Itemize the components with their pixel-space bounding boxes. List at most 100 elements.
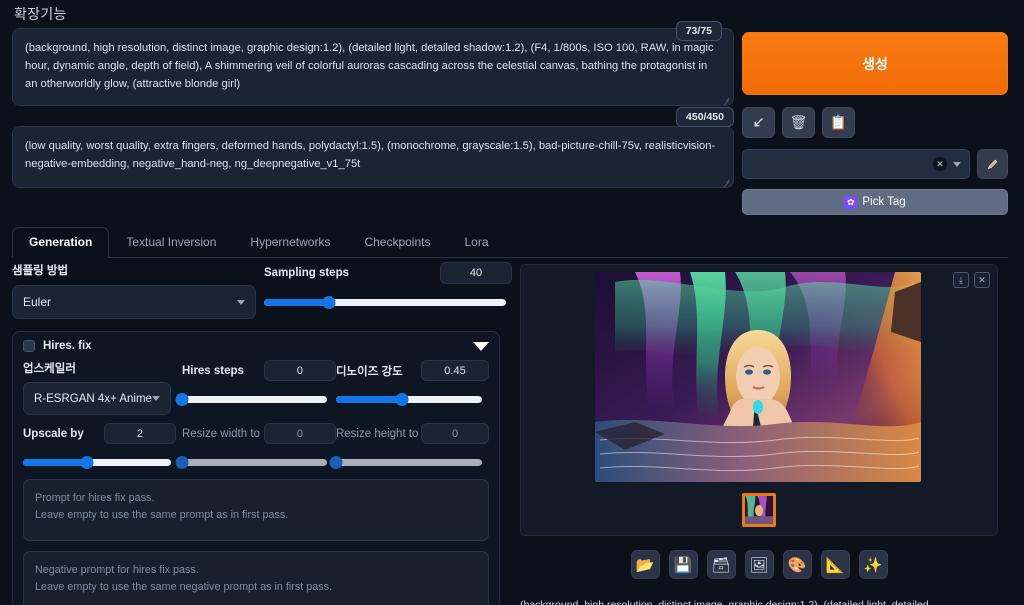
tab-textual-inversion[interactable]: Textual Inversion [109, 227, 233, 257]
chevron-down-icon[interactable] [953, 161, 961, 167]
palette-icon: 🎨 [787, 556, 807, 574]
resize-width-slider[interactable] [175, 455, 327, 469]
prompt-section: 73/75 (background, high resolution, dist… [12, 21, 734, 188]
image-preview-panel: ⤓ ✕ [520, 264, 998, 536]
pick-tag-button[interactable]: ✿ Pick Tag [742, 189, 1008, 215]
trash-icon: 🗑 [789, 114, 808, 130]
resize-width-label: Resize width to [181, 427, 260, 440]
preview-caption: (background, high resolution, distinct i… [520, 599, 929, 605]
thumbnail-item[interactable] [742, 493, 776, 527]
app-root: 확장기능 73/75 (background, high resolution,… [0, 0, 1024, 605]
hires-prompt-input[interactable]: Prompt for hires fix pass. Leave empty t… [23, 479, 489, 541]
send-to-img2img-button[interactable]: 🖼 [744, 550, 774, 579]
pencil-icon [987, 159, 998, 169]
slider-knob[interactable] [395, 392, 409, 406]
slider-track [181, 395, 327, 403]
zip-button[interactable]: 🗃 [706, 550, 736, 579]
negative-token-counter: 450/450 [676, 107, 734, 127]
hires-fix-checkbox[interactable] [23, 340, 35, 352]
close-icon[interactable]: ✕ [974, 272, 990, 288]
positive-token-counter: 73/75 [675, 21, 722, 41]
styles-row: ✕ [742, 149, 1008, 179]
hires-steps-label: Hires steps [181, 364, 244, 377]
send-to-inpaint-button[interactable]: 🎨 [782, 550, 812, 579]
triangle-down-icon[interactable] [473, 341, 489, 351]
hires-neg-placeholder-line1: Negative prompt for hires fix pass. [35, 564, 199, 576]
clear-prompt-button[interactable]: 🗑 [782, 107, 815, 138]
arrow-down-left-icon [754, 117, 764, 127]
slider-knob[interactable] [175, 455, 189, 469]
resize-grip-icon[interactable] [722, 177, 730, 185]
generated-image[interactable] [595, 272, 921, 482]
upscaler-label: 업스케일러 [23, 363, 76, 375]
main-tabs: Generation Textual Inversion Hypernetwor… [12, 224, 1008, 258]
download-icon[interactable]: ⤓ [953, 272, 969, 288]
save-button[interactable]: 💾 [668, 550, 698, 579]
thumbnail-strip [521, 493, 997, 527]
tab-hypernetworks[interactable]: Hypernetworks [233, 227, 347, 257]
sampling-steps-value[interactable]: 40 [440, 262, 512, 284]
sampling-steps-slider[interactable] [264, 295, 506, 309]
generation-parameters: 샘플링 방법 Euler Sampling steps 40 Hires. fi… [12, 262, 512, 605]
sparkle-icon: ✨ [863, 556, 883, 574]
resize-height-label: Resize height to [335, 427, 419, 440]
sampling-method-label: 샘플링 방법 [12, 265, 69, 277]
chevron-down-icon [152, 396, 160, 401]
hires-fix-panel: Hires. fix 업스케일러 R-ESRGAN 4x+ Anime Hire… [12, 331, 500, 605]
enhance-button[interactable]: ✨ [858, 550, 888, 579]
slider-knob[interactable] [329, 455, 343, 469]
save-icon: 💾 [673, 556, 693, 574]
generated-image-art [595, 272, 921, 482]
upscale-by-label: Upscale by [23, 427, 84, 440]
positive-prompt-text: (background, high resolution, distinct i… [25, 42, 714, 90]
upscale-by-slider[interactable] [23, 455, 171, 469]
generate-button-label: 생성 [862, 55, 888, 72]
styles-dropdown[interactable]: ✕ [742, 149, 970, 179]
upscaler-select[interactable]: R-ESRGAN 4x+ Anime [23, 382, 171, 415]
sampling-steps-label: Sampling steps [264, 267, 349, 279]
open-folder-button[interactable]: 📂 [630, 550, 660, 579]
resize-height-value[interactable]: 0 [421, 423, 490, 444]
gear-icon: ✿ [844, 195, 858, 209]
img2img-icon: 🖼 [749, 556, 769, 574]
tab-checkpoints[interactable]: Checkpoints [347, 227, 447, 257]
tab-lora[interactable]: Lora [447, 227, 505, 257]
hires-steps-slider[interactable] [175, 392, 327, 406]
hires-neg-placeholder-line2: Leave empty to use the same negative pro… [35, 581, 333, 593]
slider-knob[interactable] [322, 295, 336, 309]
slider-track [335, 458, 482, 466]
pick-tag-label: Pick Tag [862, 196, 906, 208]
resize-height-slider[interactable] [329, 455, 482, 469]
sampling-method-value: Euler [23, 295, 52, 309]
sampling-method-select[interactable]: Euler [12, 285, 256, 319]
send-to-extras-button[interactable]: 📐 [820, 550, 850, 579]
image-action-buttons: 📂 💾 🗃 🖼 🎨 📐 ✨ [520, 550, 998, 579]
hires-steps-value[interactable]: 0 [263, 360, 336, 381]
preview-toolbar: ⤓ ✕ [953, 272, 990, 288]
hires-negative-prompt-input[interactable]: Negative prompt for hires fix pass. Leav… [23, 551, 489, 605]
upscale-by-value[interactable]: 2 [103, 423, 176, 444]
generate-button[interactable]: 생성 [742, 32, 1008, 95]
resize-grip-icon[interactable] [722, 95, 730, 103]
clear-x-icon[interactable]: ✕ [933, 157, 947, 171]
tab-generation[interactable]: Generation [12, 227, 110, 258]
chevron-down-icon [237, 299, 245, 305]
page-title: 확장기능 [14, 6, 67, 22]
generate-controls: 생성 🗑 📋 ✕ ✿ Pick Tag [742, 32, 1008, 215]
apply-style-button[interactable]: 📋 [822, 107, 855, 138]
slider-track [181, 458, 327, 466]
restore-progress-button[interactable] [742, 107, 775, 138]
slider-fill [264, 298, 330, 306]
denoise-slider[interactable] [335, 392, 482, 406]
thumbnail-art [745, 496, 773, 524]
hires-prompt-placeholder-line2: Leave empty to use the same prompt as in… [35, 509, 289, 521]
resize-width-value[interactable]: 0 [263, 423, 336, 444]
denoise-value[interactable]: 0.45 [421, 360, 490, 381]
hires-fix-header[interactable]: Hires. fix [23, 340, 489, 352]
positive-prompt-input[interactable]: (background, high resolution, distinct i… [12, 28, 734, 106]
negative-prompt-input[interactable]: (low quality, worst quality, extra finge… [12, 126, 734, 188]
clipboard-icon: 📋 [829, 114, 848, 130]
slider-knob[interactable] [80, 455, 94, 469]
slider-knob[interactable] [175, 392, 189, 406]
edit-styles-button[interactable] [977, 149, 1008, 179]
